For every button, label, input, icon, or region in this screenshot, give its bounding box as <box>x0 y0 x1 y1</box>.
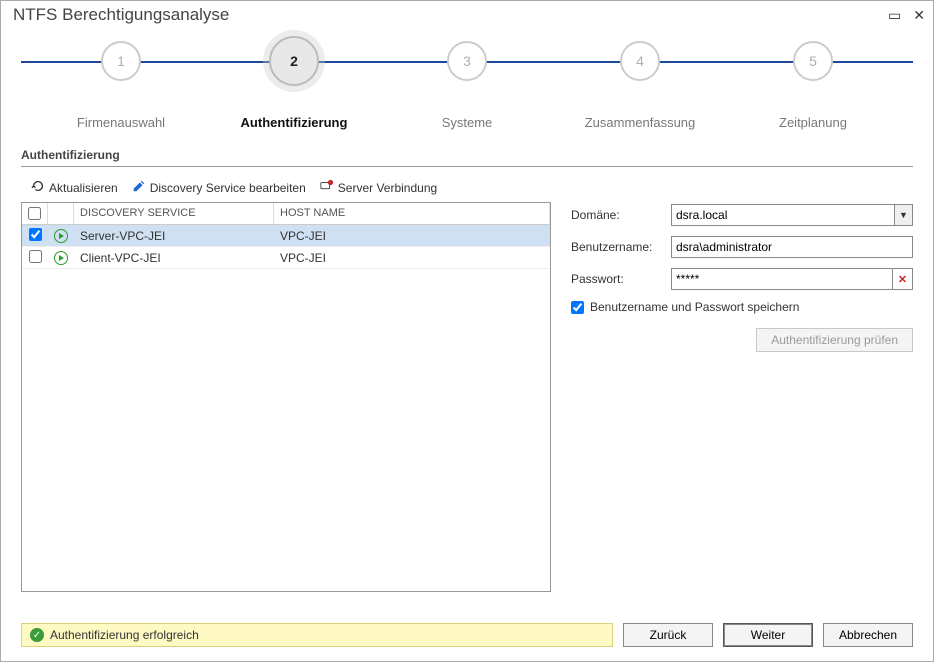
title-bar: NTFS Berechtigungsanalyse ▭ ✕ <box>1 1 933 33</box>
domain-input[interactable] <box>671 204 895 226</box>
step-5-circle[interactable]: 5 <box>793 41 833 81</box>
status-text: Authentifizierung erfolgreich <box>50 628 199 642</box>
status-header <box>48 203 74 224</box>
cancel-button[interactable]: Abbrechen <box>823 623 913 647</box>
username-input[interactable] <box>671 236 913 258</box>
username-label: Benutzername: <box>571 240 671 254</box>
refresh-label: Aktualisieren <box>49 181 118 195</box>
step-1-label: Firmenauswahl <box>41 115 201 130</box>
server-connection-icon <box>320 179 334 196</box>
footer: ✓ Authentifizierung erfolgreich Zurück W… <box>21 623 913 647</box>
edit-discovery-label: Discovery Service bearbeiten <box>150 181 306 195</box>
step-1-circle[interactable]: 1 <box>101 41 141 81</box>
row-host: VPC-JEI <box>274 227 550 245</box>
table-header: DISCOVERY SERVICE HOST NAME <box>22 203 550 225</box>
close-icon[interactable]: ✕ <box>913 7 925 24</box>
step-2-label: Authentifizierung <box>214 115 374 130</box>
refresh-icon <box>31 179 45 196</box>
status-running-icon <box>54 251 68 265</box>
password-input[interactable] <box>671 268 893 290</box>
refresh-button[interactable]: Aktualisieren <box>31 179 118 196</box>
step-4-label: Zusammenfassung <box>560 115 720 130</box>
table-row[interactable]: Server-VPC-JEI VPC-JEI <box>22 225 550 247</box>
password-label: Passwort: <box>571 272 671 286</box>
domain-dropdown-icon[interactable]: ▼ <box>895 204 913 226</box>
server-connection-label: Server Verbindung <box>338 181 437 195</box>
step-5-label: Zeitplanung <box>733 115 893 130</box>
row-checkbox[interactable] <box>29 228 42 241</box>
clear-password-icon[interactable]: ✕ <box>893 268 913 290</box>
row-discovery: Client-VPC-JEI <box>74 249 274 267</box>
save-credentials-label: Benutzername und Passwort speichern <box>590 300 799 314</box>
host-header[interactable]: HOST NAME <box>274 203 550 224</box>
back-button[interactable]: Zurück <box>623 623 713 647</box>
save-credentials-checkbox[interactable] <box>571 301 584 314</box>
table-row[interactable]: Client-VPC-JEI VPC-JEI <box>22 247 550 269</box>
success-icon: ✓ <box>30 628 44 642</box>
server-connection-button[interactable]: Server Verbindung <box>320 179 437 196</box>
stepper-labels: Firmenauswahl Authentifizierung Systeme … <box>21 115 913 130</box>
row-checkbox[interactable] <box>29 250 42 263</box>
row-host: VPC-JEI <box>274 249 550 267</box>
check-auth-button[interactable]: Authentifizierung prüfen <box>756 328 913 352</box>
wizard-stepper: 1 2 3 4 5 <box>21 41 913 101</box>
toolbar: Aktualisieren Discovery Service bearbeit… <box>31 179 913 196</box>
select-all-checkbox[interactable] <box>28 207 41 220</box>
next-button[interactable]: Weiter <box>723 623 813 647</box>
edit-discovery-button[interactable]: Discovery Service bearbeiten <box>132 179 306 196</box>
domain-label: Domäne: <box>571 208 671 222</box>
step-3-label: Systeme <box>387 115 547 130</box>
pencil-icon <box>132 179 146 196</box>
discovery-table: DISCOVERY SERVICE HOST NAME Server-VPC-J… <box>21 202 551 592</box>
section-header: Authentifizierung <box>21 148 913 167</box>
discovery-header[interactable]: DISCOVERY SERVICE <box>74 203 274 224</box>
section-title: Authentifizierung <box>21 148 913 167</box>
step-3-circle[interactable]: 3 <box>447 41 487 81</box>
status-running-icon <box>54 229 68 243</box>
step-2-circle[interactable]: 2 <box>269 36 319 86</box>
window-title: NTFS Berechtigungsanalyse <box>13 5 229 25</box>
maximize-icon[interactable]: ▭ <box>888 7 901 24</box>
status-bar: ✓ Authentifizierung erfolgreich <box>21 623 613 647</box>
step-4-circle[interactable]: 4 <box>620 41 660 81</box>
auth-form: Domäne: ▼ Benutzername: Passwort: ✕ Benu… <box>571 202 913 592</box>
row-discovery: Server-VPC-JEI <box>74 227 274 245</box>
window-controls: ▭ ✕ <box>888 7 925 24</box>
